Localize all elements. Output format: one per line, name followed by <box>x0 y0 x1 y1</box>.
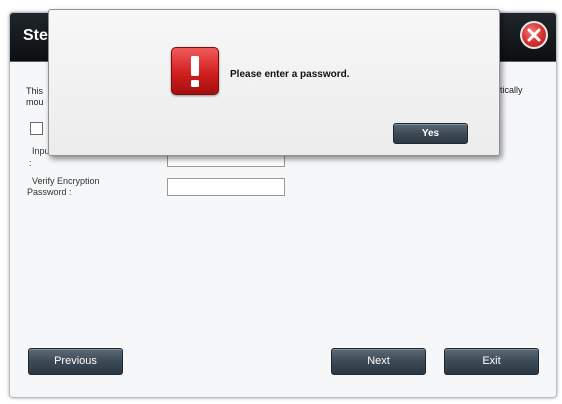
verify-label-line-2: Password : <box>27 187 72 197</box>
description-line-2: mou <box>26 97 44 107</box>
close-icon <box>527 28 541 42</box>
password-label-line-2: : <box>29 158 32 168</box>
verify-password-input[interactable] <box>167 178 285 196</box>
alert-message: Please enter a password. <box>230 69 350 80</box>
verify-label-line-1: Verify Encryption <box>32 176 100 186</box>
password-label-line-1: Inpu <box>32 146 50 156</box>
screen: Ste This mou tically Inpu : Verify Encry… <box>0 0 562 404</box>
exit-button[interactable]: Exit <box>444 348 539 375</box>
wizard-title: Ste <box>23 27 48 44</box>
previous-button[interactable]: Previous <box>28 348 123 375</box>
description-right: tically <box>500 85 523 95</box>
description-line-1: This <box>26 86 44 96</box>
next-button[interactable]: Next <box>331 348 426 375</box>
error-exclamation-icon <box>171 47 219 95</box>
alert-dialog: Please enter a password. Yes <box>48 9 500 156</box>
encryption-checkbox[interactable] <box>30 122 43 135</box>
yes-button[interactable]: Yes <box>393 123 468 144</box>
close-button[interactable] <box>520 21 548 49</box>
